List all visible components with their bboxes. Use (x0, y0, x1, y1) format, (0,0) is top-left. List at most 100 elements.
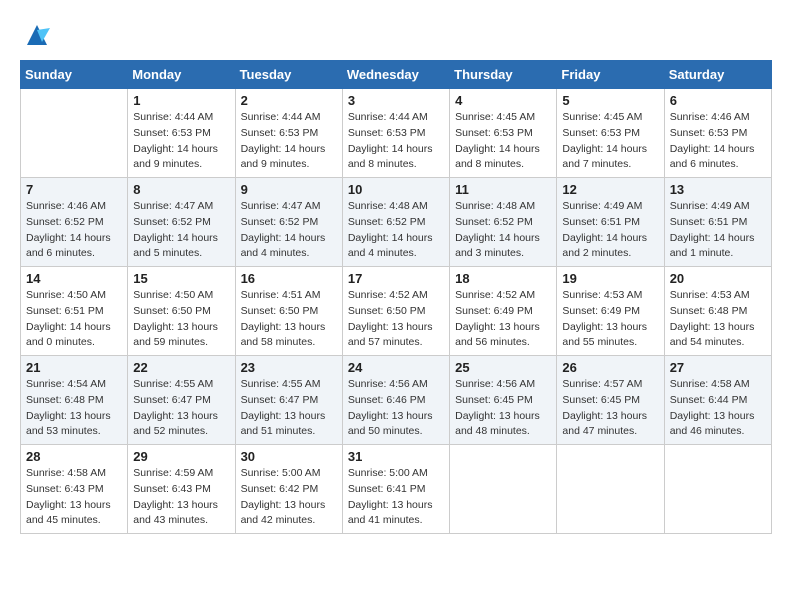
week-row-4: 21Sunrise: 4:54 AM Sunset: 6:48 PM Dayli… (21, 356, 772, 445)
day-cell: 28 Sunrise: 4:58 AM Sunset: 6:43 PM Dayli… (21, 445, 128, 534)
day-info: Sunrise: 4:45 AM Sunset: 6:53 PM Dayligh… (562, 110, 658, 173)
day-info: Sunrise: 5:00 AM Sunset: 6:42 PM Dayligh… (241, 466, 337, 529)
day-info: Sunrise: 4:59 AM Sunset: 6:43 PM Dayligh… (133, 466, 229, 529)
weekday-header-monday: Monday (128, 61, 235, 89)
day-cell: 6 Sunrise: 4:46 AM Sunset: 6:53 PM Daylig… (664, 89, 771, 178)
day-info: Sunrise: 4:48 AM Sunset: 6:52 PM Dayligh… (455, 199, 551, 262)
week-row-2: 7Sunrise: 4:46 AM Sunset: 6:52 PM Daylig… (21, 178, 772, 267)
day-cell: 20Sunrise: 4:53 AM Sunset: 6:48 PM Dayli… (664, 267, 771, 356)
day-info: Sunrise: 4:58 AM Sunset: 6:44 PM Dayligh… (670, 377, 766, 440)
day-number: 3 (348, 93, 444, 108)
day-number: 14 (26, 271, 122, 286)
day-cell: 12 Sunrise: 4:49 AM Sunset: 6:51 PM Dayli… (557, 178, 664, 267)
day-info: Sunrise: 4:53 AM Sunset: 6:48 PM Dayligh… (670, 288, 766, 351)
day-number: 30 (241, 449, 337, 464)
day-info: Sunrise: 4:51 AM Sunset: 6:50 PM Dayligh… (241, 288, 337, 351)
day-cell: 17 Sunrise: 4:52 AM Sunset: 6:50 PM Dayli… (342, 267, 449, 356)
day-cell: 14 Sunrise: 4:50 AM Sunset: 6:51 PM Dayli… (21, 267, 128, 356)
day-cell: 16Sunrise: 4:51 AM Sunset: 6:50 PM Dayli… (235, 267, 342, 356)
logo (20, 20, 52, 50)
week-row-5: 28 Sunrise: 4:58 AM Sunset: 6:43 PM Dayli… (21, 445, 772, 534)
day-number: 29 (133, 449, 229, 464)
day-number: 21 (26, 360, 122, 375)
day-number: 12 (562, 182, 658, 197)
day-number: 1 (133, 93, 229, 108)
day-info: Sunrise: 4:56 AM Sunset: 6:45 PM Dayligh… (455, 377, 551, 440)
day-info: Sunrise: 4:52 AM Sunset: 6:50 PM Dayligh… (348, 288, 444, 351)
day-number: 31 (348, 449, 444, 464)
week-row-3: 14 Sunrise: 4:50 AM Sunset: 6:51 PM Dayli… (21, 267, 772, 356)
day-cell: 8 Sunrise: 4:47 AM Sunset: 6:52 PM Daylig… (128, 178, 235, 267)
day-cell (557, 445, 664, 534)
day-cell: 5 Sunrise: 4:45 AM Sunset: 6:53 PM Daylig… (557, 89, 664, 178)
weekday-header-thursday: Thursday (450, 61, 557, 89)
day-cell: 10 Sunrise: 4:48 AM Sunset: 6:52 PM Dayli… (342, 178, 449, 267)
day-info: Sunrise: 4:57 AM Sunset: 6:45 PM Dayligh… (562, 377, 658, 440)
day-info: Sunrise: 4:45 AM Sunset: 6:53 PM Dayligh… (455, 110, 551, 173)
day-number: 5 (562, 93, 658, 108)
day-cell: 7Sunrise: 4:46 AM Sunset: 6:52 PM Daylig… (21, 178, 128, 267)
weekday-header-tuesday: Tuesday (235, 61, 342, 89)
day-number: 2 (241, 93, 337, 108)
day-number: 24 (348, 360, 444, 375)
day-info: Sunrise: 4:52 AM Sunset: 6:49 PM Dayligh… (455, 288, 551, 351)
day-info: Sunrise: 4:53 AM Sunset: 6:49 PM Dayligh… (562, 288, 658, 351)
page: SundayMondayTuesdayWednesdayThursdayFrid… (0, 0, 792, 554)
weekday-header-friday: Friday (557, 61, 664, 89)
day-cell: 11 Sunrise: 4:48 AM Sunset: 6:52 PM Dayli… (450, 178, 557, 267)
day-cell: 1 Sunrise: 4:44 AM Sunset: 6:53 PM Daylig… (128, 89, 235, 178)
day-number: 11 (455, 182, 551, 197)
day-info: Sunrise: 4:58 AM Sunset: 6:43 PM Dayligh… (26, 466, 122, 529)
day-cell: 29 Sunrise: 4:59 AM Sunset: 6:43 PM Dayli… (128, 445, 235, 534)
day-cell (664, 445, 771, 534)
weekday-header-wednesday: Wednesday (342, 61, 449, 89)
calendar-table: SundayMondayTuesdayWednesdayThursdayFrid… (20, 60, 772, 534)
day-number: 26 (562, 360, 658, 375)
day-cell: 4 Sunrise: 4:45 AM Sunset: 6:53 PM Daylig… (450, 89, 557, 178)
week-row-1: 1 Sunrise: 4:44 AM Sunset: 6:53 PM Daylig… (21, 89, 772, 178)
day-cell (450, 445, 557, 534)
day-info: Sunrise: 4:48 AM Sunset: 6:52 PM Dayligh… (348, 199, 444, 262)
day-number: 28 (26, 449, 122, 464)
day-info: Sunrise: 4:44 AM Sunset: 6:53 PM Dayligh… (133, 110, 229, 173)
day-number: 4 (455, 93, 551, 108)
day-cell: 30 Sunrise: 5:00 AM Sunset: 6:42 PM Dayli… (235, 445, 342, 534)
day-info: Sunrise: 4:47 AM Sunset: 6:52 PM Dayligh… (133, 199, 229, 262)
day-cell: 24 Sunrise: 4:56 AM Sunset: 6:46 PM Dayli… (342, 356, 449, 445)
day-number: 18 (455, 271, 551, 286)
day-cell: 23Sunrise: 4:55 AM Sunset: 6:47 PM Dayli… (235, 356, 342, 445)
day-info: Sunrise: 4:44 AM Sunset: 6:53 PM Dayligh… (348, 110, 444, 173)
day-number: 27 (670, 360, 766, 375)
day-info: Sunrise: 4:49 AM Sunset: 6:51 PM Dayligh… (670, 199, 766, 262)
day-number: 13 (670, 182, 766, 197)
day-info: Sunrise: 5:00 AM Sunset: 6:41 PM Dayligh… (348, 466, 444, 529)
day-cell: 13 Sunrise: 4:49 AM Sunset: 6:51 PM Dayli… (664, 178, 771, 267)
day-cell (21, 89, 128, 178)
day-cell: 21Sunrise: 4:54 AM Sunset: 6:48 PM Dayli… (21, 356, 128, 445)
day-info: Sunrise: 4:44 AM Sunset: 6:53 PM Dayligh… (241, 110, 337, 173)
day-number: 6 (670, 93, 766, 108)
day-info: Sunrise: 4:50 AM Sunset: 6:51 PM Dayligh… (26, 288, 122, 351)
day-cell: 22 Sunrise: 4:55 AM Sunset: 6:47 PM Dayli… (128, 356, 235, 445)
day-cell: 2 Sunrise: 4:44 AM Sunset: 6:53 PM Daylig… (235, 89, 342, 178)
day-number: 23 (241, 360, 337, 375)
day-number: 22 (133, 360, 229, 375)
day-info: Sunrise: 4:49 AM Sunset: 6:51 PM Dayligh… (562, 199, 658, 262)
day-cell: 3 Sunrise: 4:44 AM Sunset: 6:53 PM Daylig… (342, 89, 449, 178)
weekday-header-row: SundayMondayTuesdayWednesdayThursdayFrid… (21, 61, 772, 89)
day-info: Sunrise: 4:55 AM Sunset: 6:47 PM Dayligh… (133, 377, 229, 440)
day-cell: 15Sunrise: 4:50 AM Sunset: 6:50 PM Dayli… (128, 267, 235, 356)
day-number: 10 (348, 182, 444, 197)
day-cell: 19Sunrise: 4:53 AM Sunset: 6:49 PM Dayli… (557, 267, 664, 356)
day-info: Sunrise: 4:46 AM Sunset: 6:53 PM Dayligh… (670, 110, 766, 173)
weekday-header-sunday: Sunday (21, 61, 128, 89)
day-number: 17 (348, 271, 444, 286)
day-number: 8 (133, 182, 229, 197)
header (20, 20, 772, 50)
day-cell: 18 Sunrise: 4:52 AM Sunset: 6:49 PM Dayli… (450, 267, 557, 356)
day-info: Sunrise: 4:56 AM Sunset: 6:46 PM Dayligh… (348, 377, 444, 440)
day-number: 25 (455, 360, 551, 375)
day-info: Sunrise: 4:50 AM Sunset: 6:50 PM Dayligh… (133, 288, 229, 351)
day-info: Sunrise: 4:47 AM Sunset: 6:52 PM Dayligh… (241, 199, 337, 262)
weekday-header-saturday: Saturday (664, 61, 771, 89)
